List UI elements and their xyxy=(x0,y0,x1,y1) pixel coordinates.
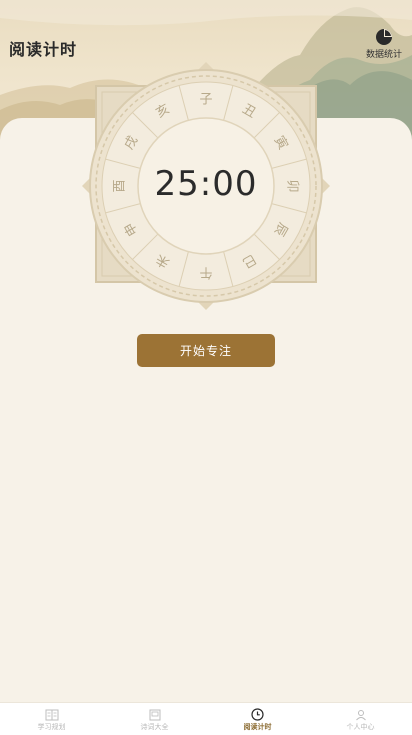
data-statistics-button[interactable]: 数据统计 xyxy=(366,28,402,64)
tab-label: 个人中心 xyxy=(346,723,375,731)
tab-reading-timer[interactable]: 阅读计时 xyxy=(206,703,309,735)
dial-branch-label: 酉 xyxy=(113,179,128,192)
start-focus-button[interactable]: 开始专注 xyxy=(137,334,275,367)
data-statistics-label: 数据统计 xyxy=(366,49,403,59)
tab-study-plan[interactable]: 学习规划 xyxy=(0,703,103,735)
tab-label: 学习规划 xyxy=(37,723,66,731)
notebook-icon xyxy=(149,709,160,720)
dial-branch-label: 子 xyxy=(199,93,212,108)
pie-chart-icon xyxy=(376,29,392,45)
dial-branch-label: 卯 xyxy=(285,179,300,192)
tab-poetry-collection[interactable]: 诗词大全 xyxy=(103,703,206,735)
book-icon xyxy=(45,709,58,720)
timer-display: 25:00 xyxy=(154,164,258,204)
bottom-tab-bar: 学习规划 诗词大全 阅读计时 个人中心 xyxy=(0,702,412,735)
page-title: 阅读计时 xyxy=(9,42,78,59)
dial-branch-label: 午 xyxy=(199,265,212,280)
tab-label: 诗词大全 xyxy=(140,723,169,731)
tab-profile[interactable]: 个人中心 xyxy=(309,703,412,735)
clock-icon xyxy=(251,708,264,721)
person-icon xyxy=(355,709,366,720)
tab-label: 阅读计时 xyxy=(243,724,272,731)
